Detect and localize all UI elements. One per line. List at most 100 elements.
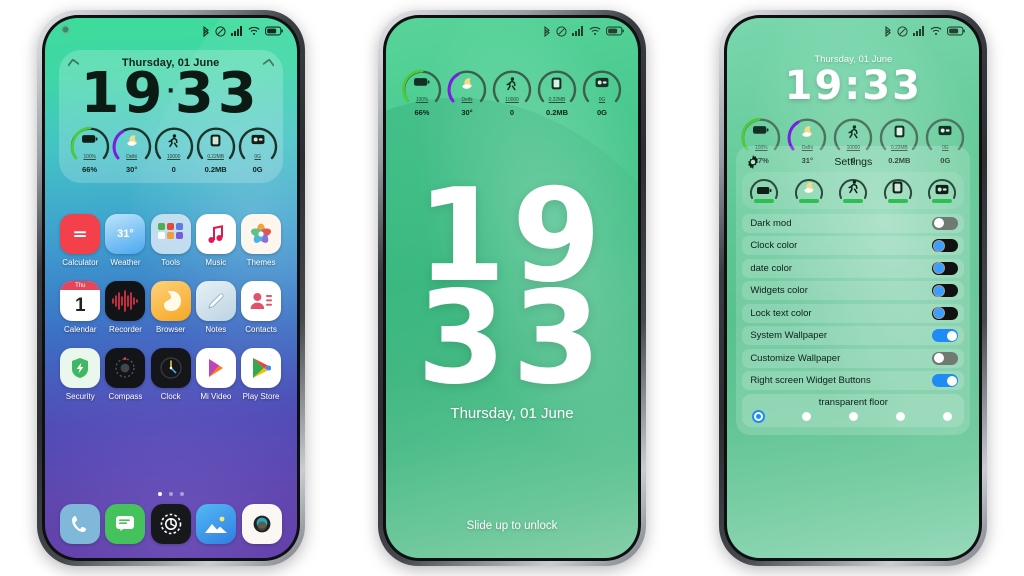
app-calculator[interactable]: Calculator: [58, 214, 103, 267]
transparent-floor-section: transparent floor: [742, 394, 965, 427]
settings-time: 19:33: [784, 63, 922, 109]
setting-row-customize-wallpaper[interactable]: Customize Wallpaper: [742, 348, 965, 368]
app-play-store[interactable]: Play Store: [238, 348, 283, 401]
compass-icon: [105, 348, 146, 388]
app-label: Recorder: [108, 325, 142, 334]
wifi-icon: [930, 27, 942, 35]
phone-3-bezel: Thursday, 01 June 19:33 100% 67% Delhi 3…: [724, 15, 983, 561]
toggle-lock-text-color[interactable]: [932, 306, 959, 320]
app-grid: Calculator 31° Weather Tools Music Theme…: [45, 214, 297, 401]
gauge-max: 100%: [83, 153, 96, 160]
app-label: Music: [205, 258, 227, 267]
gear-icon[interactable]: [746, 155, 760, 174]
app-security[interactable]: Security: [58, 348, 103, 401]
app-contacts[interactable]: Contacts: [238, 281, 283, 334]
phone-handset-icon[interactable]: [59, 504, 100, 544]
app-calendar[interactable]: Thu 1 Calendar: [58, 281, 103, 334]
floor-option-2[interactable]: [801, 412, 811, 421]
preview-battery[interactable]: [748, 176, 780, 203]
app-compass[interactable]: Compass: [103, 348, 148, 401]
toggle-clock-color[interactable]: [932, 239, 959, 252]
app-mi-video[interactable]: Mi Video: [193, 348, 238, 401]
signal-icon: [230, 26, 242, 36]
app-tools[interactable]: Tools: [148, 214, 193, 267]
floor-option-4[interactable]: [896, 412, 906, 421]
gauge-ring: 0.22MB: [195, 125, 237, 167]
data-icon: [882, 181, 914, 199]
gauge-steps[interactable]: 10000 0: [490, 68, 534, 117]
app-recorder[interactable]: Recorder: [103, 281, 148, 334]
app-label: Play Store: [242, 392, 280, 401]
gauge-ring: 10000: [491, 68, 533, 110]
setting-row-system-wallpaper[interactable]: System Wallpaper: [742, 326, 965, 345]
preview-steps[interactable]: [837, 176, 869, 203]
page-dot-1[interactable]: [157, 492, 162, 496]
toggle-right-screen-widget-buttons[interactable]: [932, 374, 959, 387]
app-label: Tools: [161, 258, 180, 267]
dock: [45, 504, 297, 544]
gauge-battery[interactable]: 100% 66%: [400, 68, 444, 117]
gallery-photo-icon[interactable]: [196, 504, 237, 544]
gauge-max: 0.22MB: [548, 97, 566, 103]
app-clock[interactable]: Clock: [148, 348, 193, 401]
page-dot-2[interactable]: [168, 492, 173, 496]
setting-row-clock-color[interactable]: Clock color: [742, 236, 965, 255]
gauge-data[interactable]: 0.22MB 0.2MB: [195, 125, 237, 174]
toggle-widgets-color[interactable]: [932, 284, 959, 297]
toggle-customize-wallpaper[interactable]: [932, 351, 959, 365]
app-themes[interactable]: Themes: [238, 214, 283, 267]
toggle-system-wallpaper[interactable]: [932, 329, 959, 342]
app-notes[interactable]: Notes: [193, 281, 238, 334]
preview-weather[interactable]: [793, 176, 825, 203]
app-label: Contacts: [245, 325, 277, 334]
setting-label: Right screen Widget Buttons: [750, 375, 871, 386]
gauge-weather[interactable]: Delhi 30°: [445, 68, 489, 117]
setting-row-widgets-color[interactable]: Widgets color: [742, 281, 965, 300]
camera-lens-icon[interactable]: [241, 504, 282, 544]
toggle-knob: [946, 330, 957, 341]
setting-row-date-color[interactable]: date color: [742, 258, 965, 278]
app-weather[interactable]: 31° Weather: [103, 214, 148, 267]
toggle-knob: [946, 375, 957, 386]
clock-icon: [150, 348, 191, 388]
setting-label: Clock color: [750, 240, 798, 251]
app-music[interactable]: Music: [193, 214, 238, 267]
gauge-max: Delhi: [461, 97, 473, 103]
app-browser[interactable]: Browser: [148, 281, 193, 334]
setting-row-right-screen-widget-buttons[interactable]: Right screen Widget Buttons: [742, 371, 965, 390]
phone-1-bezel: Thursday, 01 June 19·33 100% 66% Delhi 3…: [41, 15, 300, 561]
weather-icon: [786, 125, 828, 138]
floor-option-1[interactable]: [754, 412, 764, 421]
settings-header: Settings: [742, 152, 964, 172]
setting-row-lock-text-color[interactable]: Lock text color: [742, 303, 965, 323]
mobile-data-icon: [926, 182, 958, 200]
messages-bubble-icon[interactable]: [105, 504, 146, 544]
app-label: Compass: [108, 392, 143, 401]
calendar-icon: Thu 1: [60, 281, 101, 321]
gauge-weather[interactable]: Delhi 30°: [111, 125, 153, 174]
weather-temp-badge: 31°: [117, 228, 134, 240]
setting-label: Customize Wallpaper: [750, 352, 841, 364]
toggle-date-color[interactable]: [932, 261, 959, 275]
mobile-data-icon: [237, 134, 279, 145]
gauge-mobile-data[interactable]: 0G 0G: [580, 68, 624, 117]
page-indicator[interactable]: [45, 492, 297, 496]
preview-mobile-data[interactable]: [926, 176, 958, 203]
floor-option-3[interactable]: [848, 412, 858, 421]
preview-data[interactable]: [882, 176, 914, 203]
settings-gear-icon[interactable]: [150, 504, 191, 544]
setting-row-dark-mod[interactable]: Dark mod: [742, 213, 965, 233]
gauge-mobile-data[interactable]: 0G 0G: [237, 125, 279, 174]
floor-option-5[interactable]: [943, 412, 953, 421]
lock-big-clock: 19 33 Thursday, 01 June: [386, 172, 638, 422]
toggle-dark-mod[interactable]: [932, 216, 959, 230]
mute-icon: [215, 25, 226, 37]
gauge-data[interactable]: 0.22MB 0.2MB: [535, 68, 579, 117]
gauge-battery[interactable]: 100% 66%: [69, 125, 111, 174]
gauge-steps[interactable]: 10000 0: [153, 125, 195, 174]
slide-up-to-unlock-hint[interactable]: Slide up to unlock: [386, 520, 638, 532]
page-dot-3[interactable]: [179, 492, 184, 496]
app-label: Notes: [205, 325, 227, 334]
toggle-knob: [933, 353, 944, 363]
lock-hours-1: 19: [80, 61, 167, 126]
